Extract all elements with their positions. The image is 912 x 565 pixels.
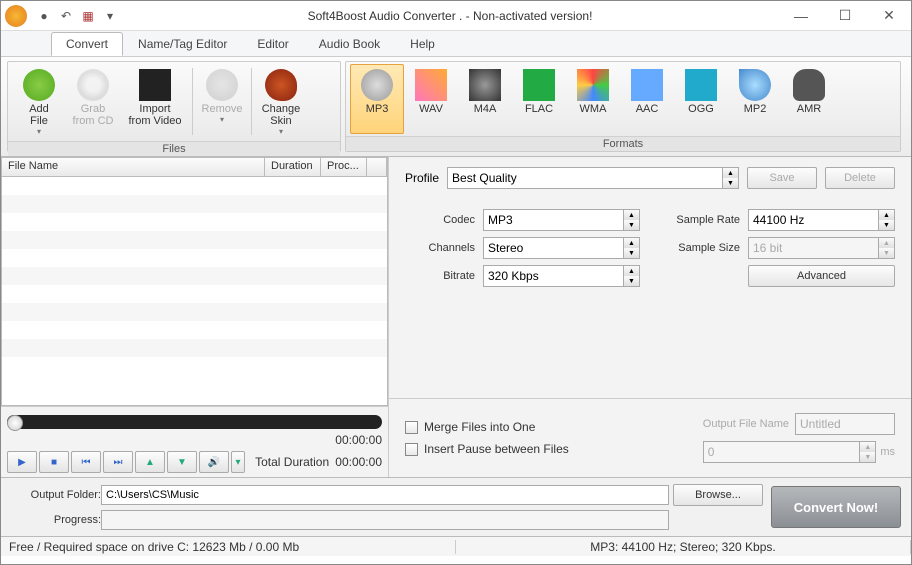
- channels-label: Channels: [405, 242, 475, 254]
- volume-dropdown[interactable]: ▾: [231, 451, 245, 473]
- tab-help[interactable]: Help: [395, 32, 450, 56]
- status-format: MP3: 44100 Hz; Stereo; 320 Kbps.: [456, 540, 911, 554]
- sample-rate-combo[interactable]: 44100 Hz▲▼: [748, 209, 895, 231]
- format-flac[interactable]: FLAC: [512, 64, 566, 134]
- profile-label: Profile: [405, 171, 439, 185]
- window-title: Soft4Boost Audio Converter . - Non-activ…: [121, 9, 779, 23]
- progress-label: Progress:: [11, 514, 101, 526]
- pause-unit: ms: [880, 446, 895, 458]
- sample-size-label: Sample Size: [660, 242, 740, 254]
- stop-button[interactable]: ■: [39, 451, 69, 473]
- remove-button[interactable]: Remove▾: [195, 64, 249, 139]
- move-up-button[interactable]: ▲: [135, 451, 165, 473]
- pause-value-input: 0▲▼: [703, 441, 877, 463]
- qat-dropdown-icon[interactable]: ▾: [100, 6, 120, 26]
- channels-combo[interactable]: Stereo▲▼: [483, 237, 640, 259]
- progress-bar: [101, 510, 669, 530]
- qat-new-icon[interactable]: ●: [34, 6, 54, 26]
- insert-pause-checkbox[interactable]: [405, 443, 418, 456]
- files-group-caption: Files: [8, 141, 340, 156]
- format-m4a[interactable]: M4A: [458, 64, 512, 134]
- next-button[interactable]: ⏭: [103, 451, 133, 473]
- prev-button[interactable]: ⏮: [71, 451, 101, 473]
- output-folder-input[interactable]: [101, 485, 669, 505]
- col-processing[interactable]: Proc...: [321, 158, 367, 176]
- tab-name-tag-editor[interactable]: Name/Tag Editor: [123, 32, 242, 56]
- col-extra[interactable]: [367, 158, 387, 176]
- close-button[interactable]: ✕: [867, 1, 911, 31]
- output-folder-label: Output Folder:: [11, 489, 101, 501]
- format-aac[interactable]: AAC: [620, 64, 674, 134]
- change-skin-button[interactable]: Change Skin▾: [254, 64, 308, 139]
- merge-checkbox[interactable]: [405, 421, 418, 434]
- tab-convert[interactable]: Convert: [51, 32, 123, 56]
- playback-slider[interactable]: [7, 415, 382, 429]
- playback-time: 00:00:00: [335, 433, 382, 447]
- sample-rate-label: Sample Rate: [660, 214, 740, 226]
- app-icon: [5, 5, 27, 27]
- move-down-button[interactable]: ▼: [167, 451, 197, 473]
- format-mp2[interactable]: MP2: [728, 64, 782, 134]
- total-duration-label: Total Duration: [255, 455, 329, 469]
- play-button[interactable]: ▶: [7, 451, 37, 473]
- profile-combo[interactable]: Best Quality▲▼: [447, 167, 739, 189]
- mute-button[interactable]: 🔊: [199, 451, 229, 473]
- add-file-button[interactable]: Add File▾: [12, 64, 66, 139]
- col-file-name[interactable]: File Name: [2, 158, 265, 176]
- format-wav[interactable]: WAV: [404, 64, 458, 134]
- save-button[interactable]: Save: [747, 167, 817, 189]
- menu-tabs: Convert Name/Tag Editor Editor Audio Boo…: [1, 31, 911, 57]
- format-ogg[interactable]: OGG: [674, 64, 728, 134]
- codec-combo[interactable]: MP3▲▼: [483, 209, 640, 231]
- tab-audio-book[interactable]: Audio Book: [304, 32, 395, 56]
- file-list[interactable]: [1, 177, 388, 406]
- formats-group-caption: Formats: [346, 136, 900, 151]
- minimize-button[interactable]: —: [779, 1, 823, 31]
- format-wma[interactable]: WMA: [566, 64, 620, 134]
- format-amr[interactable]: AMR: [782, 64, 836, 134]
- convert-now-button[interactable]: Convert Now!: [771, 486, 901, 528]
- output-file-name-input: Untitled: [795, 413, 895, 435]
- advanced-button[interactable]: Advanced: [748, 265, 895, 287]
- status-space: Free / Required space on drive C: 12623 …: [1, 540, 456, 554]
- insert-pause-label: Insert Pause between Files: [424, 442, 569, 456]
- delete-button[interactable]: Delete: [825, 167, 895, 189]
- maximize-button[interactable]: ☐: [823, 1, 867, 31]
- format-mp3[interactable]: MP3: [350, 64, 404, 134]
- col-duration[interactable]: Duration: [265, 158, 321, 176]
- qat-video-icon[interactable]: ▦: [78, 6, 98, 26]
- tab-editor[interactable]: Editor: [242, 32, 303, 56]
- output-file-name-label: Output File Name: [703, 418, 789, 430]
- qat-undo-icon[interactable]: ↶: [56, 6, 76, 26]
- merge-label: Merge Files into One: [424, 420, 535, 434]
- file-list-header: File Name Duration Proc...: [1, 157, 388, 177]
- grab-from-cd-button[interactable]: Grab from CD: [66, 64, 120, 139]
- bitrate-label: Bitrate: [405, 270, 475, 282]
- total-duration-value: 00:00:00: [335, 455, 382, 469]
- import-from-video-button[interactable]: Import from Video: [120, 64, 190, 139]
- browse-button[interactable]: Browse...: [673, 484, 763, 506]
- codec-label: Codec: [405, 214, 475, 226]
- sample-size-combo: 16 bit▲▼: [748, 237, 895, 259]
- bitrate-combo[interactable]: 320 Kbps▲▼: [483, 265, 640, 287]
